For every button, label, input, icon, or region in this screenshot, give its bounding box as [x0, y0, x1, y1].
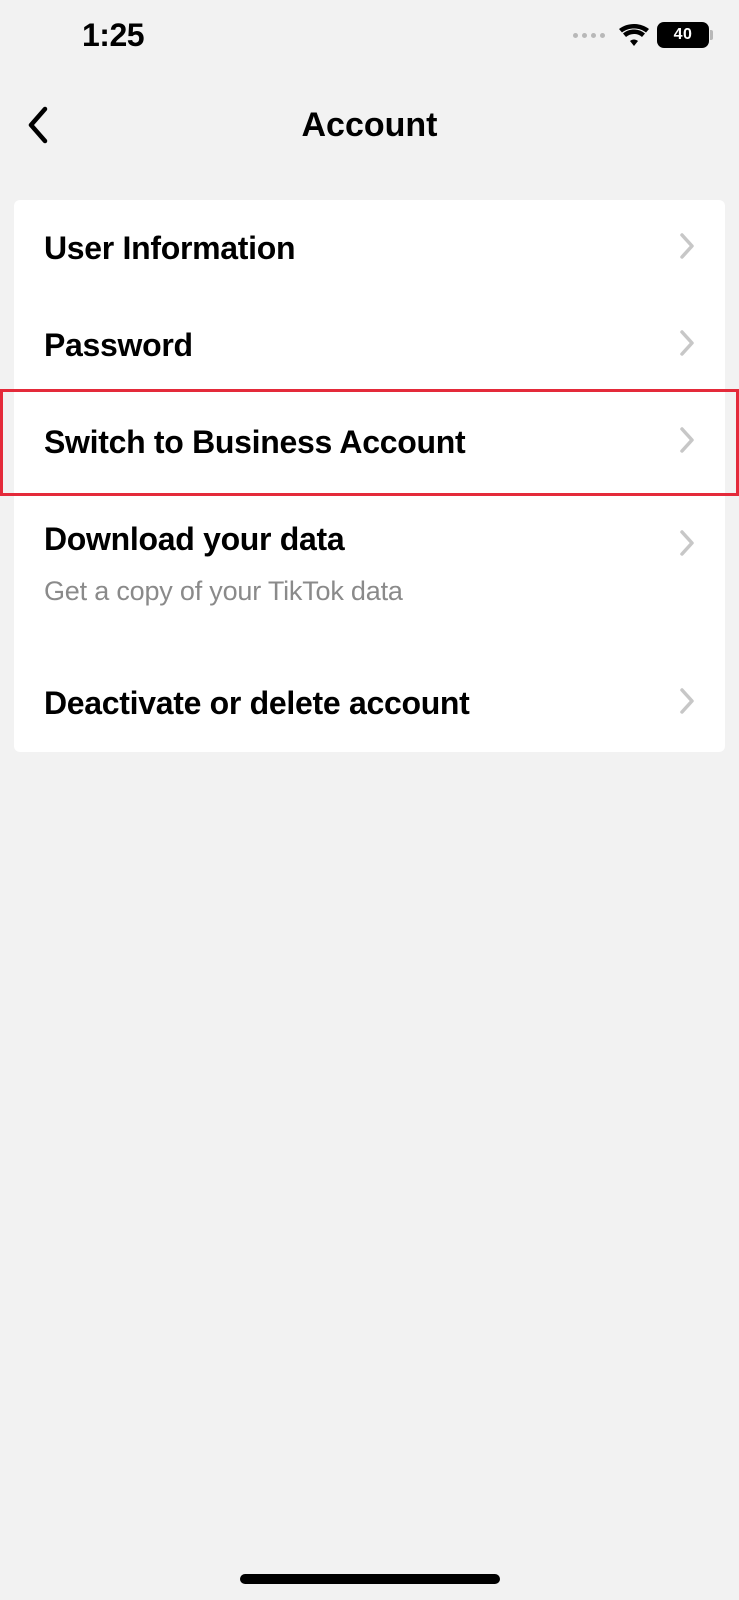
list-item-subtitle: Get a copy of your TikTok data [44, 576, 679, 607]
nav-header: Account [0, 70, 739, 180]
status-bar: 1:25 40 [0, 0, 739, 70]
page-title: Account [302, 106, 438, 145]
list-item-switch-business-account[interactable]: Switch to Business Account [14, 394, 725, 491]
list-item-label: Download your data [44, 521, 679, 558]
chevron-right-icon [679, 329, 695, 362]
chevron-right-icon [679, 687, 695, 720]
battery-level: 40 [674, 26, 693, 44]
list-item-user-information[interactable]: User Information [14, 200, 725, 297]
list-item-label: User Information [44, 230, 295, 267]
battery-icon: 40 [657, 22, 709, 48]
list-item-password[interactable]: Password [14, 297, 725, 394]
status-indicators: 40 [573, 22, 709, 48]
chevron-right-icon [679, 426, 695, 459]
settings-list: User Information Password Switch to Busi… [14, 200, 725, 752]
list-item-text: Download your data Get a copy of your Ti… [44, 521, 679, 607]
signal-dots-icon [573, 33, 605, 38]
back-button[interactable] [25, 100, 75, 150]
list-item-label: Deactivate or delete account [44, 685, 470, 722]
chevron-right-icon [679, 232, 695, 265]
list-item-download-data[interactable]: Download your data Get a copy of your Ti… [14, 491, 725, 619]
list-item-label: Password [44, 327, 193, 364]
chevron-right-icon [679, 529, 695, 562]
list-item-label: Switch to Business Account [44, 424, 465, 461]
list-item-deactivate-delete[interactable]: Deactivate or delete account [14, 655, 725, 752]
status-time: 1:25 [82, 17, 144, 54]
wifi-icon [619, 24, 649, 46]
home-indicator[interactable] [240, 1574, 500, 1584]
chevron-left-icon [25, 105, 49, 145]
